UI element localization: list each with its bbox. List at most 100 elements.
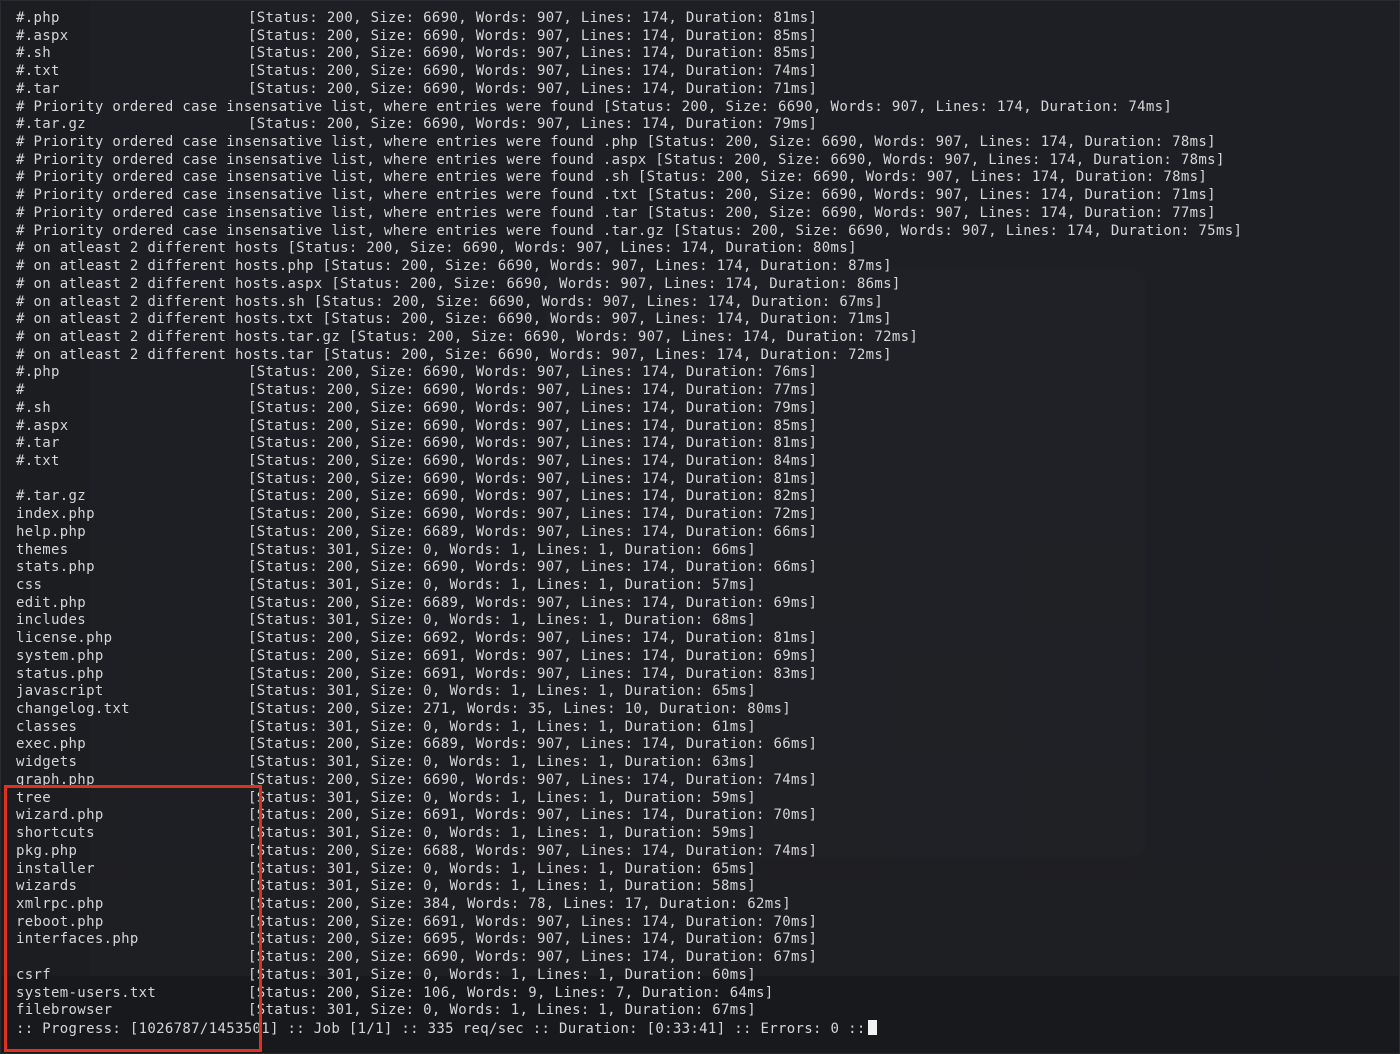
terminal-line: #.tar [Status: 200, Size: 6690, Words: 90… [16, 81, 1242, 99]
result-path: themes [16, 541, 69, 558]
result-path: help.php [16, 523, 87, 540]
result-path: includes [16, 612, 87, 629]
result-path: filebrowser [16, 1002, 113, 1019]
comment-line-text: # Priority ordered case insensative list… [16, 222, 1243, 239]
terminal-line: # Priority ordered case insensative list… [16, 134, 1242, 152]
comment-line-text: # Priority ordered case insensative list… [16, 204, 1216, 221]
terminal-line: #.aspx [Status: 200, Size: 6690, Words: 9… [16, 418, 1242, 436]
terminal-line: help.php [Status: 200, Size: 6689, Words:… [16, 524, 1242, 542]
result-status: [Status: 200, Size: 6690, Words: 907, Li… [248, 771, 818, 788]
terminal-line: includes [Status: 301, Size: 0, Words: 1,… [16, 612, 1242, 630]
terminal-line: # on atleast 2 different hosts.sh [Statu… [16, 294, 1242, 312]
terminal-window[interactable]: #.php [Status: 200, Size: 6690, Words: 90… [0, 0, 1400, 1054]
result-status: [Status: 301, Size: 0, Words: 1, Lines: … [248, 966, 757, 983]
result-path: css [16, 577, 43, 593]
terminal-line: #.txt [Status: 200, Size: 6690, Words: 90… [16, 63, 1242, 81]
terminal-line: themes [Status: 301, Size: 0, Words: 1, L… [16, 542, 1242, 560]
comment-line-text: # Priority ordered case insensative list… [16, 151, 1225, 168]
comment-line-text: # Priority ordered case insensative list… [16, 169, 1208, 186]
terminal-output: #.php [Status: 200, Size: 6690, Words: 90… [16, 10, 1242, 1038]
result-path: system.php [16, 647, 104, 664]
result-status: [Status: 200, Size: 6690, Words: 907, Li… [248, 559, 818, 576]
result-path: #.sh [16, 399, 52, 416]
terminal-line: classes [Status: 301, Size: 0, Words: 1, … [16, 719, 1242, 737]
result-status: [Status: 200, Size: 106, Words: 9, Lines… [248, 984, 774, 1001]
result-status: [Status: 200, Size: 6691, Words: 907, Li… [248, 665, 818, 682]
result-status: [Status: 200, Size: 6690, Words: 907, Li… [248, 399, 818, 416]
progress-line: :: Progress: [1026787/1453501] :: Job [1… [16, 1019, 1242, 1038]
terminal-line: exec.php [Status: 200, Size: 6689, Words:… [16, 736, 1242, 754]
terminal-line: #.sh [Status: 200, Size: 6690, Words: 907… [16, 400, 1242, 418]
result-status: [Status: 301, Size: 0, Words: 1, Lines: … [248, 718, 757, 735]
comment-line-text: # on atleast 2 different hosts.php [Stat… [16, 258, 892, 275]
result-status: [Status: 301, Size: 0, Words: 1, Lines: … [248, 1002, 757, 1019]
result-status: [Status: 200, Size: 6689, Words: 907, Li… [248, 523, 818, 540]
comment-line-text: # Priority ordered case insensative list… [16, 98, 1173, 115]
result-status: [Status: 200, Size: 6691, Words: 907, Li… [248, 913, 818, 930]
result-status: [Status: 200, Size: 6689, Words: 907, Li… [248, 594, 818, 611]
terminal-line: # Priority ordered case insensative list… [16, 99, 1242, 117]
result-status: [Status: 301, Size: 0, Words: 1, Lines: … [248, 612, 757, 629]
result-status: [Status: 301, Size: 0, Words: 1, Lines: … [248, 860, 757, 877]
result-status: [Status: 200, Size: 6690, Words: 907, Li… [248, 80, 818, 97]
result-path: stats.php [16, 559, 95, 576]
result-path: #.tar [16, 80, 60, 97]
terminal-line: # Priority ordered case insensative list… [16, 187, 1242, 205]
result-path: #.tar.gz [16, 488, 87, 505]
result-status: [Status: 200, Size: 6690, Words: 907, Li… [248, 27, 818, 44]
terminal-line: xmlrpc.php [Status: 200, Size: 384, Words… [16, 896, 1242, 914]
result-status: [Status: 301, Size: 0, Words: 1, Lines: … [248, 878, 757, 895]
result-path: edit.php [16, 594, 87, 611]
terminal-line: stats.php [Status: 200, Size: 6690, Words… [16, 559, 1242, 577]
terminal-line: reboot.php [Status: 200, Size: 6691, Word… [16, 914, 1242, 932]
terminal-line: # on atleast 2 different hosts.aspx [Sta… [16, 276, 1242, 294]
terminal-line: shortcuts [Status: 301, Size: 0, Words: 1… [16, 825, 1242, 843]
terminal-line: installer [Status: 301, Size: 0, Words: 1… [16, 861, 1242, 879]
result-status: [Status: 200, Size: 6690, Words: 907, Li… [248, 949, 818, 966]
result-path: #.aspx [16, 417, 69, 434]
terminal-line: # on atleast 2 different hosts.php [Stat… [16, 258, 1242, 276]
terminal-line: # Priority ordered case insensative list… [16, 223, 1242, 241]
result-path: graph.php [16, 771, 95, 788]
result-path: changelog.txt [16, 701, 130, 718]
result-path: installer [16, 860, 95, 877]
terminal-line: # Priority ordered case insensative list… [16, 152, 1242, 170]
result-status: [Status: 301, Size: 0, Words: 1, Lines: … [248, 825, 757, 842]
result-path: #.php [16, 364, 60, 381]
result-path: status.php [16, 665, 104, 682]
result-path: javascript [16, 683, 104, 700]
result-path: #.txt [16, 452, 60, 469]
terminal-line: csrf [Status: 301, Size: 0, Words: 1, Lin… [16, 967, 1242, 985]
comment-line-text: # on atleast 2 different hosts.sh [Statu… [16, 293, 884, 310]
result-status: [Status: 200, Size: 6690, Words: 907, Li… [248, 488, 818, 505]
comment-line-text: # on atleast 2 different hosts.tar [Stat… [16, 346, 892, 363]
terminal-line: #.txt [Status: 200, Size: 6690, Words: 90… [16, 453, 1242, 471]
terminal-line: changelog.txt [Status: 200, Size: 271, Wo… [16, 701, 1242, 719]
terminal-line: system.php [Status: 200, Size: 6691, Word… [16, 648, 1242, 666]
comment-line-text: # on atleast 2 different hosts.aspx [Sta… [16, 275, 901, 292]
result-path: xmlrpc.php [16, 895, 104, 912]
terminal-line: [Status: 200, Size: 6690, Words: 907, Li… [16, 471, 1242, 489]
terminal-line: graph.php [Status: 200, Size: 6690, Words… [16, 772, 1242, 790]
result-path: #.txt [16, 63, 60, 80]
result-status: [Status: 200, Size: 6688, Words: 907, Li… [248, 842, 818, 859]
terminal-cursor[interactable] [867, 1019, 877, 1035]
result-path: interfaces.php [16, 931, 139, 948]
terminal-line: #.tar.gz [Status: 200, Size: 6690, Words:… [16, 488, 1242, 506]
terminal-line: # on atleast 2 different hosts.tar.gz [S… [16, 329, 1242, 347]
result-path: classes [16, 718, 78, 735]
terminal-line: index.php [Status: 200, Size: 6690, Words… [16, 506, 1242, 524]
result-path: system-users.txt [16, 984, 157, 1001]
terminal-line: status.php [Status: 200, Size: 6691, Word… [16, 666, 1242, 684]
result-status: [Status: 200, Size: 6692, Words: 907, Li… [248, 630, 818, 647]
result-status: [Status: 200, Size: 6690, Words: 907, Li… [248, 45, 818, 62]
result-path: pkg.php [16, 842, 78, 859]
result-status: [Status: 200, Size: 384, Words: 78, Line… [248, 895, 792, 912]
result-status: [Status: 200, Size: 6690, Words: 907, Li… [248, 382, 818, 399]
terminal-line: system-users.txt [Status: 200, Size: 106,… [16, 985, 1242, 1003]
comment-line-text: # on atleast 2 different hosts [Status: … [16, 240, 857, 257]
result-status: [Status: 301, Size: 0, Words: 1, Lines: … [248, 577, 757, 593]
terminal-line: tree [Status: 301, Size: 0, Words: 1, Lin… [16, 790, 1242, 808]
terminal-line: #.php [Status: 200, Size: 6690, Words: 90… [16, 10, 1242, 28]
result-path: #.aspx [16, 27, 69, 44]
